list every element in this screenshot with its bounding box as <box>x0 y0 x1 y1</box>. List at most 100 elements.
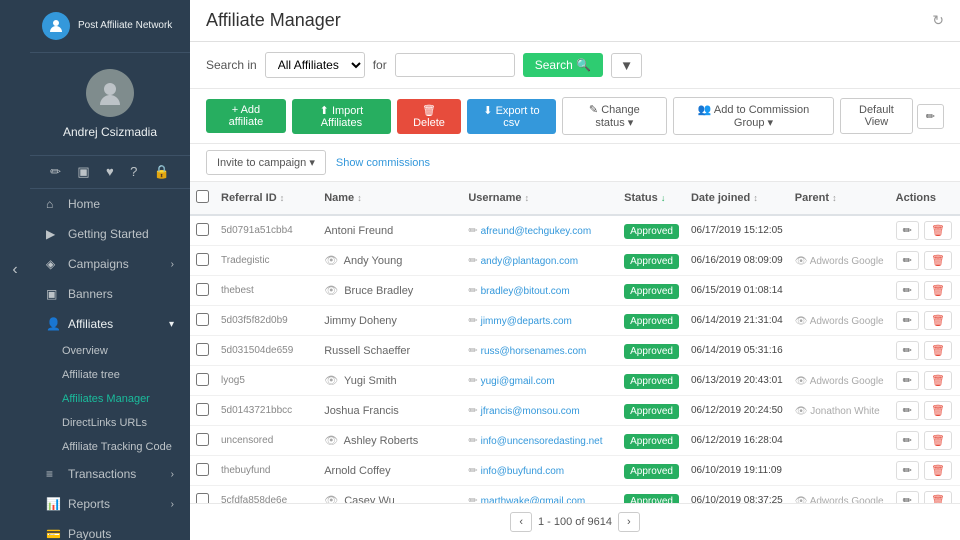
edit-row-button[interactable]: ✏ <box>896 461 919 480</box>
sidebar-username: Andrej Csizmadia <box>42 125 178 139</box>
delete-row-button[interactable]: 🗑 <box>924 461 952 480</box>
default-view-button[interactable]: Default View <box>840 98 913 134</box>
status-badge: Approved <box>624 374 679 389</box>
parent-column[interactable]: Parent ↕ <box>789 182 890 215</box>
eye-icon[interactable]: 👁 <box>324 255 338 267</box>
edit-row-button[interactable]: ✏ <box>896 491 919 503</box>
topbar: Affiliate Manager ↻ <box>190 0 960 42</box>
row-checkbox[interactable] <box>196 313 209 326</box>
export-csv-button[interactable]: ⬇ Export to csv <box>467 99 556 134</box>
name-cell: 👁 Casey Wu <box>318 486 462 504</box>
parent-cell <box>789 456 890 486</box>
sidebar-sub-affiliate-tree[interactable]: Affiliate tree <box>30 363 190 387</box>
sidebar-icons-row: ✏ ▣ ♥ ? 🔒 <box>30 156 190 189</box>
delete-row-button[interactable]: 🗑 <box>924 311 952 330</box>
sidebar-sub-affiliates-manager[interactable]: Affiliates Manager <box>30 387 190 411</box>
eye-icon[interactable]: 👁 <box>324 375 338 387</box>
delete-row-button[interactable]: 🗑 <box>924 341 952 360</box>
sidebar-item-reports[interactable]: 📊 Reports › <box>30 489 190 519</box>
campaigns-icon: ◈ <box>46 257 60 271</box>
row-checkbox[interactable] <box>196 493 209 504</box>
sidebar-item-getting-started[interactable]: ▶ Getting Started <box>30 219 190 249</box>
filter-button[interactable]: ▼ <box>611 53 642 78</box>
next-page-button[interactable]: › <box>618 512 640 532</box>
edit-row-button[interactable]: ✏ <box>896 221 919 240</box>
add-to-commission-group-button[interactable]: 👥 Add to Commission Group ▾ <box>673 97 834 135</box>
delete-row-button[interactable]: 🗑 <box>924 251 952 270</box>
edit-row-button[interactable]: ✏ <box>896 371 919 390</box>
edit-row-button[interactable]: ✏ <box>896 431 919 450</box>
row-checkbox[interactable] <box>196 373 209 386</box>
edit-row-button[interactable]: ✏ <box>896 401 919 420</box>
search-input[interactable] <box>395 53 515 77</box>
table-row: 5cfdfa858de6e 👁 Casey Wu ✏ marthwake@gma… <box>190 486 960 504</box>
sidebar-item-payouts[interactable]: 💳 Payouts <box>30 519 190 540</box>
referral-id-cell: lyog5 <box>215 366 318 396</box>
status-badge: Approved <box>624 434 679 449</box>
name-cell: 👁 Ashley Roberts <box>318 426 462 456</box>
payouts-icon: 💳 <box>46 527 60 540</box>
search-select[interactable]: All Affiliates <box>265 52 365 78</box>
delete-row-button[interactable]: 🗑 <box>924 371 952 390</box>
edit-icon[interactable]: ✏ <box>50 164 61 180</box>
import-affiliates-button[interactable]: ⬆ Import Affiliates <box>292 99 391 134</box>
sidebar-item-home[interactable]: ⌂ Home <box>30 189 190 219</box>
refresh-icon[interactable]: ↻ <box>932 12 944 29</box>
lock-icon[interactable]: 🔒 <box>154 164 170 180</box>
prev-page-button[interactable]: ‹ <box>510 512 532 532</box>
referral-id-cell: thebest <box>215 276 318 306</box>
edit-view-button[interactable]: ✏ <box>917 104 944 129</box>
sidebar-header: Post Affiliate Network <box>30 0 190 53</box>
search-button[interactable]: Search 🔍 <box>523 53 603 77</box>
status-badge: Approved <box>624 344 679 359</box>
delete-row-button[interactable]: 🗑 <box>924 401 952 420</box>
sidebar-sub-overview[interactable]: Overview <box>30 339 190 363</box>
sidebar-sub-directlinks-urls[interactable]: DirectLinks URLs <box>30 411 190 435</box>
add-affiliate-button[interactable]: + Add affiliate <box>206 99 286 133</box>
campaigns-arrow: › <box>171 259 174 270</box>
delete-row-button[interactable]: 🗑 <box>924 431 952 450</box>
eye-icon[interactable]: 👁 <box>324 495 338 503</box>
date-joined-cell: 06/12/2019 20:24:50 <box>685 396 789 426</box>
edit-row-button[interactable]: ✏ <box>896 251 919 270</box>
row-checkbox[interactable] <box>196 403 209 416</box>
referral-id-cell: 5d03f5f82d0b9 <box>215 306 318 336</box>
eye-icon[interactable]: 👁 <box>324 285 338 297</box>
username-cell: ✏ jfrancis@monsou.com <box>462 396 618 426</box>
delete-row-button[interactable]: 🗑 <box>924 281 952 300</box>
date-joined-column[interactable]: Date joined ↕ <box>685 182 789 215</box>
monitor-icon[interactable]: ▣ <box>77 164 89 180</box>
invite-to-campaign-button[interactable]: Invite to campaign ▾ <box>206 150 326 175</box>
row-checkbox[interactable] <box>196 223 209 236</box>
row-checkbox[interactable] <box>196 463 209 476</box>
edit-row-button[interactable]: ✏ <box>896 341 919 360</box>
sidebar-item-campaigns[interactable]: ◈ Campaigns › <box>30 249 190 279</box>
edit-row-button[interactable]: ✏ <box>896 311 919 330</box>
help-icon[interactable]: ? <box>130 164 137 180</box>
back-button[interactable]: ‹ <box>0 0 30 540</box>
delete-button[interactable]: 🗑 Delete <box>397 99 461 134</box>
status-column[interactable]: Status ↓ <box>618 182 685 215</box>
change-status-button[interactable]: ✎ Change status ▾ <box>562 97 667 135</box>
sidebar-item-transactions[interactable]: ≡ Transactions › <box>30 459 190 489</box>
row-checkbox[interactable] <box>196 283 209 296</box>
show-commissions-button[interactable]: Show commissions <box>336 150 430 175</box>
row-checkbox[interactable] <box>196 253 209 266</box>
username-column[interactable]: Username ↕ <box>462 182 618 215</box>
eye-icon[interactable]: 👁 <box>324 435 338 447</box>
row-checkbox[interactable] <box>196 343 209 356</box>
status-cell: Approved <box>618 366 685 396</box>
name-column[interactable]: Name ↕ <box>318 182 462 215</box>
edit-row-button[interactable]: ✏ <box>896 281 919 300</box>
delete-row-button[interactable]: 🗑 <box>924 491 952 503</box>
referral-id-column[interactable]: Referral ID ↕ <box>215 182 318 215</box>
select-all-column <box>190 182 215 215</box>
row-checkbox[interactable] <box>196 433 209 446</box>
parent-badge: 👁 Jonathon White <box>795 406 880 417</box>
select-all-checkbox[interactable] <box>196 190 209 203</box>
delete-row-button[interactable]: 🗑 <box>924 221 952 240</box>
sidebar-sub-affiliate-tracking-code[interactable]: Affiliate Tracking Code <box>30 435 190 459</box>
heart-icon[interactable]: ♥ <box>106 164 114 180</box>
sidebar-item-affiliates[interactable]: 👤 Affiliates ▾ <box>30 309 190 339</box>
sidebar-item-banners[interactable]: ▣ Banners <box>30 279 190 309</box>
